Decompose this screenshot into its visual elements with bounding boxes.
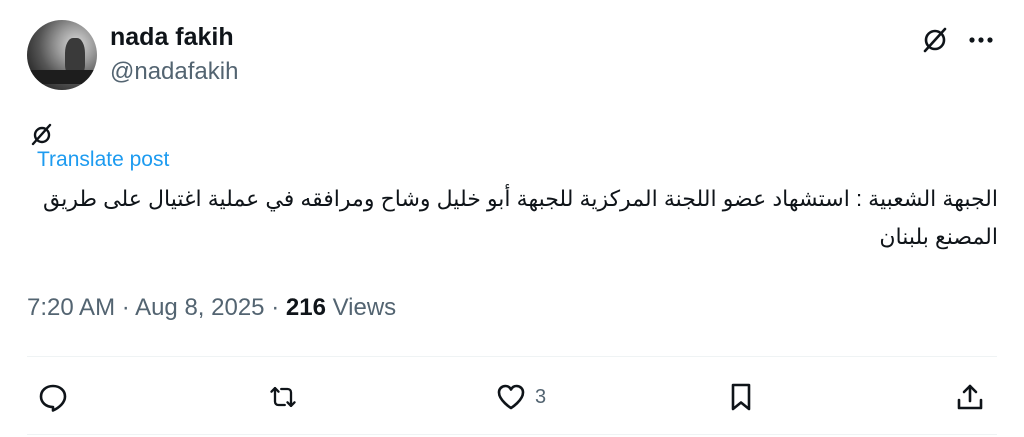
post-text: الجبهة الشعبية : استشهاد عضو اللجنة المر… bbox=[42, 186, 998, 249]
like-button[interactable]: 3 bbox=[495, 380, 546, 414]
views-count: 216 bbox=[285, 294, 326, 321]
avatar-band bbox=[27, 70, 97, 84]
more-icon[interactable] bbox=[966, 27, 996, 53]
like-count: 3 bbox=[535, 385, 547, 408]
repost-icon bbox=[270, 386, 296, 408]
reply-icon bbox=[39, 384, 67, 412]
post-time[interactable]: 7:20 AM bbox=[27, 294, 115, 321]
repost-button[interactable] bbox=[267, 380, 299, 414]
meta-separator: · bbox=[271, 294, 286, 321]
post-meta: 7:20 AM · Aug 8, 2025 · 216 Views bbox=[27, 294, 396, 322]
author-handle[interactable]: @nadafakih bbox=[110, 58, 238, 86]
bookmark-icon bbox=[731, 383, 751, 411]
views-label: Views bbox=[332, 294, 397, 321]
like-icon bbox=[497, 384, 525, 410]
bookmark-button[interactable] bbox=[725, 380, 757, 414]
language-icon bbox=[31, 123, 52, 146]
meta-separator: · bbox=[121, 294, 136, 321]
share-icon bbox=[957, 384, 983, 410]
divider bbox=[27, 434, 997, 435]
reply-button[interactable] bbox=[37, 380, 69, 414]
translate-post-link[interactable]: Translate post bbox=[37, 148, 169, 172]
avatar[interactable] bbox=[27, 20, 97, 90]
grok-icon[interactable] bbox=[921, 26, 949, 54]
author-name[interactable]: nada fakih bbox=[110, 23, 234, 52]
post-date[interactable]: Aug 8, 2025 bbox=[135, 294, 264, 321]
divider bbox=[27, 356, 997, 357]
share-button[interactable] bbox=[954, 380, 986, 414]
